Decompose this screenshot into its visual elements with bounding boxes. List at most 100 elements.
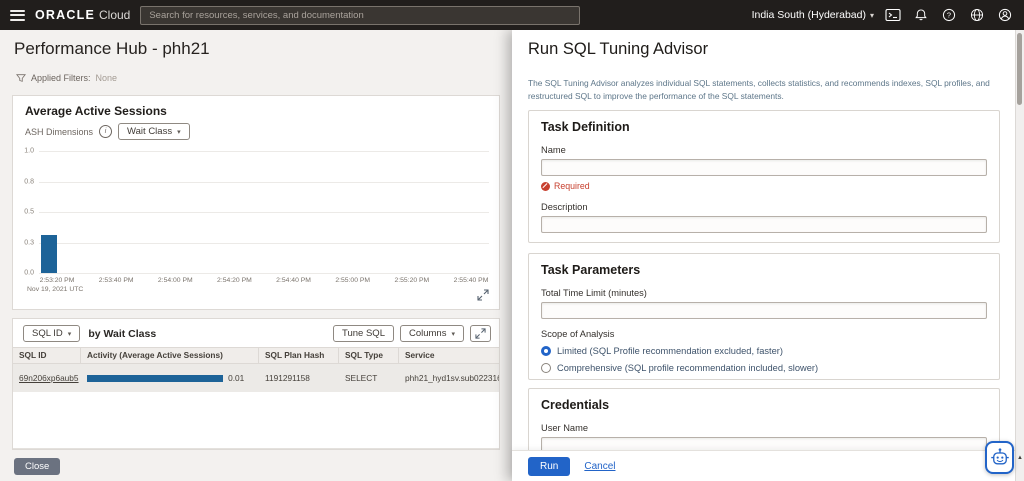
scrollbar-thumb[interactable] <box>1017 33 1022 105</box>
table-header-row: SQL ID Activity (Average Active Sessions… <box>13 347 499 364</box>
sql-panel-header: SQL ID ▾ by Wait Class Tune SQL Columns … <box>23 325 491 342</box>
global-search-input[interactable] <box>140 5 581 25</box>
scroll-up-arrow-icon[interactable]: ▲ <box>1016 455 1024 461</box>
drawer-title: Run SQL Tuning Advisor <box>528 40 709 58</box>
task-definition-title: Task Definition <box>541 120 630 134</box>
task-parameters-title: Task Parameters <box>541 263 641 277</box>
chart-y-axis: 1.0 0.8 0.5 0.3 0.0 <box>13 147 37 277</box>
service-cell: phh21_hyd1sv.sub022316... <box>405 373 499 383</box>
drawer-footer: Run Cancel <box>512 450 1016 481</box>
wait-class-dropdown[interactable]: Wait Class ▾ <box>118 123 190 140</box>
x-tick-label: 2:55:00 PM <box>335 277 371 284</box>
sql-id-link[interactable]: 69n206xp6aub5 <box>13 364 81 392</box>
table-row[interactable]: 69n206xp6aub5 0.01 1191291158 SELECT phh… <box>13 364 499 393</box>
drawer-scrollbar[interactable]: ▲ <box>1015 30 1024 481</box>
sql-table-panel: SQL ID ▾ by Wait Class Tune SQL Columns … <box>12 318 500 450</box>
svg-text:?: ? <box>947 11 951 20</box>
required-error-text: Required <box>554 181 590 191</box>
activity-value: 0.01 <box>228 373 245 383</box>
applied-filters-value: None <box>95 73 118 83</box>
radio-limited[interactable]: Limited (SQL Profile recommendation excl… <box>541 346 987 356</box>
radio-button-icon <box>541 346 551 356</box>
gridline <box>39 212 489 213</box>
plan-hash-cell: 1191291158 <box>265 373 310 383</box>
radio-comprehensive-label: Comprehensive (SQL profile recommendatio… <box>557 363 819 373</box>
info-glyph: i <box>104 128 107 135</box>
cloud-shell-icon[interactable] <box>884 6 902 24</box>
credentials-title: Credentials <box>541 398 610 412</box>
ash-dimensions-row: ASH Dimensions i Wait Class ▾ <box>25 123 190 140</box>
x-tick-label: 2:53:40 PM <box>98 277 134 284</box>
expand-table-button[interactable] <box>470 325 491 342</box>
y-tick-label: 0.0 <box>24 269 34 277</box>
time-limit-label: Total Time Limit (minutes) <box>541 288 647 298</box>
oracle-cloud-logo[interactable]: ORACLE Cloud <box>35 8 130 22</box>
region-selector[interactable]: India South (Hyderabad) ▾ <box>752 9 874 21</box>
page-title: Performance Hub - phh21 <box>14 39 210 58</box>
chart-title: Average Active Sessions <box>25 104 167 118</box>
radio-limited-label: Limited (SQL Profile recommendation excl… <box>557 346 783 356</box>
topbar: ORACLE Cloud India South (Hyderabad) ▾ ? <box>0 0 1024 30</box>
cancel-link[interactable]: Cancel <box>584 461 615 472</box>
close-button[interactable]: Close <box>14 458 61 475</box>
screen: ORACLE Cloud India South (Hyderabad) ▾ ?… <box>0 0 1024 481</box>
applied-filters: Applied Filters: None <box>16 73 117 83</box>
run-button[interactable]: Run <box>528 456 571 476</box>
col-header-service: Service <box>405 350 435 360</box>
x-tick-label: 2:55:40 PM <box>453 277 489 284</box>
gridline <box>39 242 489 244</box>
notifications-bell-icon[interactable] <box>912 6 930 24</box>
profile-avatar-icon[interactable] <box>996 6 1014 24</box>
run-sql-tuning-advisor-drawer: Run SQL Tuning Advisor The SQL Tuning Ad… <box>512 30 1016 481</box>
filter-icon <box>16 74 26 82</box>
sql-id-dropdown[interactable]: SQL ID ▾ <box>23 325 81 342</box>
time-limit-input[interactable] <box>541 302 987 319</box>
y-tick-label: 0.8 <box>24 178 34 185</box>
assistant-chat-button[interactable] <box>985 441 1014 474</box>
chart-x-axis: 2:53:20 PM 2:53:40 PM 2:54:00 PM 2:54:20 PM… <box>39 277 489 287</box>
scope-of-analysis-label: Scope of Analysis <box>541 329 615 339</box>
ash-dimensions-label: ASH Dimensions <box>25 126 94 137</box>
x-tick-label: 2:54:40 PM <box>276 277 311 284</box>
chart-bar[interactable] <box>41 235 58 273</box>
name-input[interactable] <box>541 159 987 176</box>
robot-icon <box>990 447 1009 464</box>
columns-dropdown[interactable]: Columns ▾ <box>399 325 464 342</box>
brand-oracle: ORACLE <box>35 8 95 22</box>
help-icon[interactable]: ? <box>940 6 958 24</box>
hamburger-menu-icon[interactable] <box>10 9 25 21</box>
gridline <box>39 181 489 183</box>
chart-plot <box>39 151 489 274</box>
x-tick-label: 2:55:20 PM <box>394 277 430 284</box>
gridline <box>39 151 489 152</box>
activity-cell: 0.01 <box>81 364 259 392</box>
radio-button-icon <box>541 363 551 373</box>
x-tick-label: 2:53:20 PM <box>39 277 75 284</box>
chevron-down-icon: ▾ <box>177 128 181 136</box>
tune-sql-button[interactable]: Tune SQL <box>333 325 394 342</box>
region-label: India South (Hyderabad) <box>751 9 866 21</box>
y-tick-label: 1.0 <box>24 147 34 155</box>
language-globe-icon[interactable] <box>968 6 986 24</box>
description-label: Description <box>541 202 588 212</box>
col-header-sql-type: SQL Type <box>339 348 399 363</box>
y-tick-label: 0.5 <box>24 208 34 216</box>
description-input[interactable] <box>541 216 987 233</box>
gridline <box>39 273 489 274</box>
expand-chart-icon[interactable] <box>477 289 489 301</box>
x-tick-label: 2:54:00 PM <box>157 277 193 284</box>
name-label: Name <box>541 145 566 155</box>
table-row-empty <box>13 420 499 449</box>
col-header-activity: Activity (Average Active Sessions) <box>81 348 259 363</box>
col-header-sql-id: SQL ID <box>13 348 81 363</box>
expand-icon <box>475 328 486 339</box>
tune-sql-label: Tune SQL <box>342 328 385 339</box>
sql-type-cell: SELECT <box>345 373 378 383</box>
chevron-down-icon: ▾ <box>67 330 72 338</box>
info-icon[interactable]: i <box>99 125 113 138</box>
columns-label: Columns <box>408 328 447 339</box>
radio-comprehensive[interactable]: Comprehensive (SQL profile recommendatio… <box>541 363 987 373</box>
brand-cloud: Cloud <box>98 8 131 22</box>
col-header-plan-hash: SQL Plan Hash <box>259 348 339 363</box>
drawer-description: The SQL Tuning Advisor analyzes individu… <box>528 78 990 101</box>
